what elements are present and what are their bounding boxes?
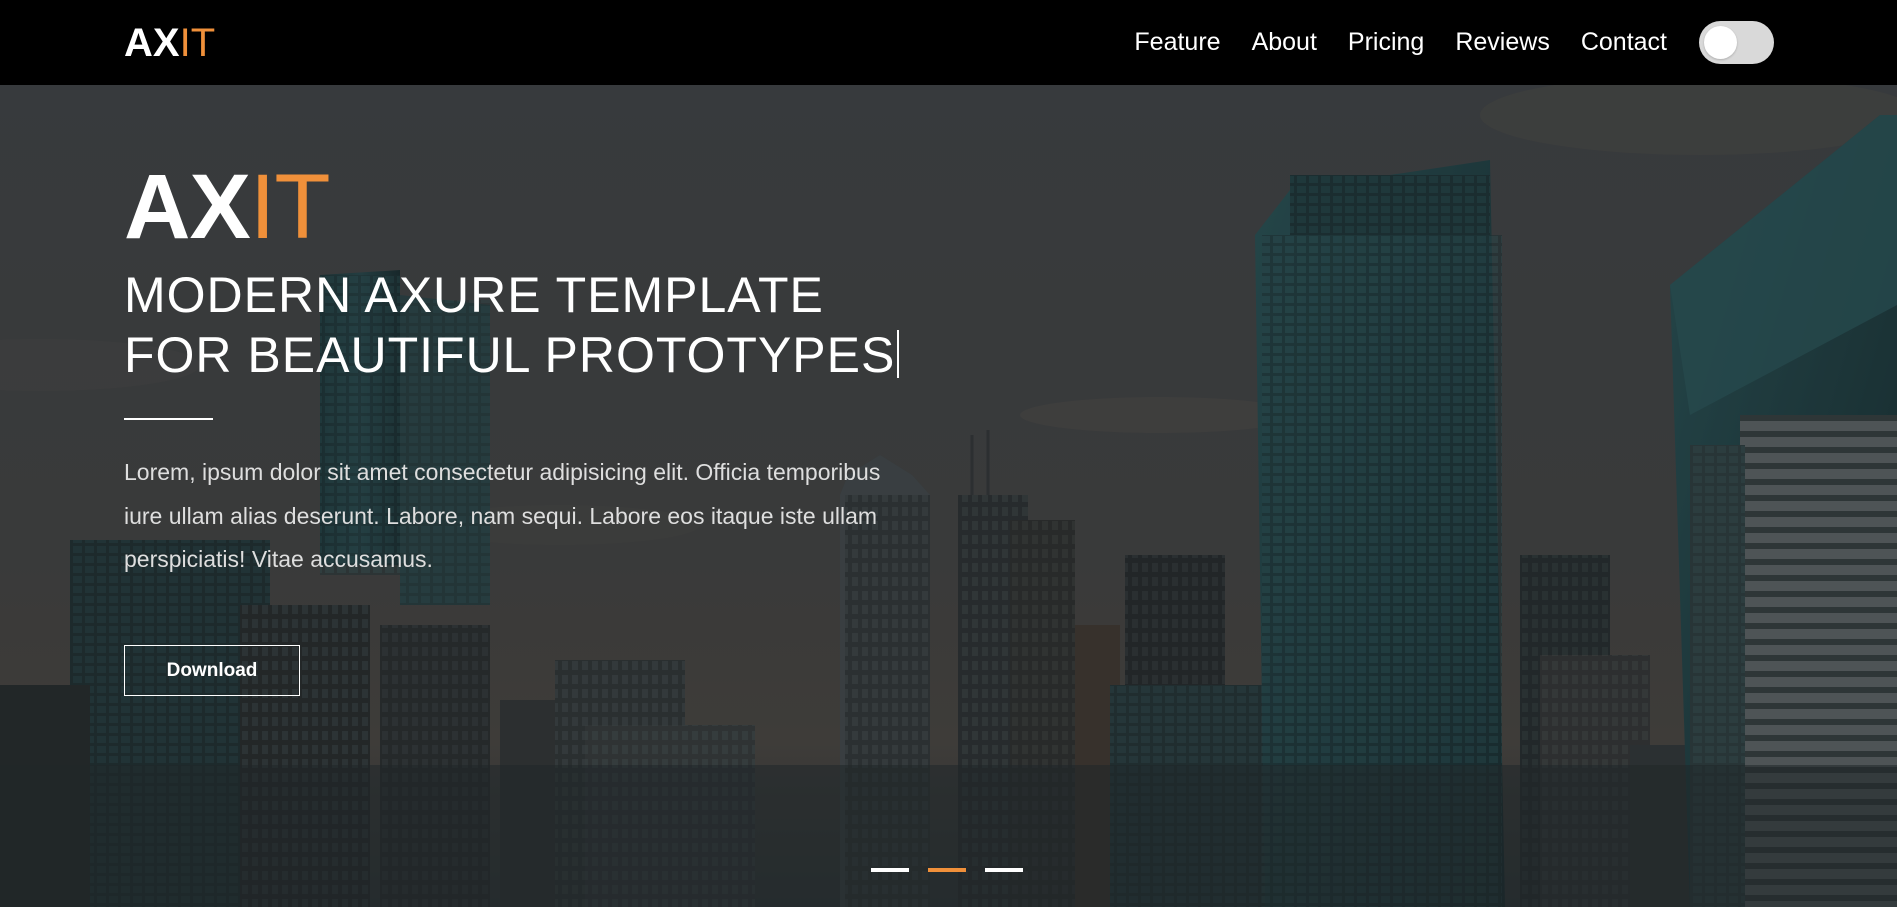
nav-link-about[interactable]: About <box>1252 26 1317 58</box>
hero-logo-main: AX <box>124 156 251 258</box>
hero-logo: AXIT <box>124 156 331 258</box>
nav-link-reviews[interactable]: Reviews <box>1455 26 1549 58</box>
brand-logo-main: AX <box>124 21 180 65</box>
brand-logo[interactable]: AXIT <box>124 20 215 66</box>
slider-dot-3[interactable] <box>985 868 1023 872</box>
typing-caret-icon <box>897 330 900 378</box>
hero-headline-line-2-wrap: FOR BEAUTIFUL PROTOTYPES <box>124 325 924 385</box>
toggle-knob-icon <box>1704 26 1737 59</box>
theme-toggle-switch[interactable] <box>1699 21 1774 64</box>
hero-headline: MODERN AXURE TEMPLATE FOR BEAUTIFUL PROT… <box>124 265 924 385</box>
hero-description: Lorem, ipsum dolor sit amet consectetur … <box>124 459 881 572</box>
hero-logo-accent: IT <box>249 156 331 258</box>
nav-link-pricing[interactable]: Pricing <box>1348 26 1424 58</box>
slider-pagination <box>871 868 1023 872</box>
nav-link-feature[interactable]: Feature <box>1134 26 1220 58</box>
hero-headline-line-2: FOR BEAUTIFUL PROTOTYPES <box>124 327 896 383</box>
nav-menu: Feature About Pricing Reviews Contact <box>1134 26 1667 58</box>
top-navbar: AXIT Feature About Pricing Reviews Conta… <box>0 0 1897 85</box>
slider-dot-1[interactable] <box>871 868 909 872</box>
brand-logo-accent: IT <box>179 21 216 65</box>
download-button[interactable]: Download <box>124 645 300 696</box>
hero-headline-line-1: MODERN AXURE TEMPLATE <box>124 267 824 323</box>
hero-section: AXIT MODERN AXURE TEMPLATE FOR BEAUTIFUL… <box>0 85 1897 907</box>
slider-dot-2[interactable] <box>928 868 966 872</box>
hero-divider <box>124 418 213 420</box>
nav-link-contact[interactable]: Contact <box>1581 26 1667 58</box>
